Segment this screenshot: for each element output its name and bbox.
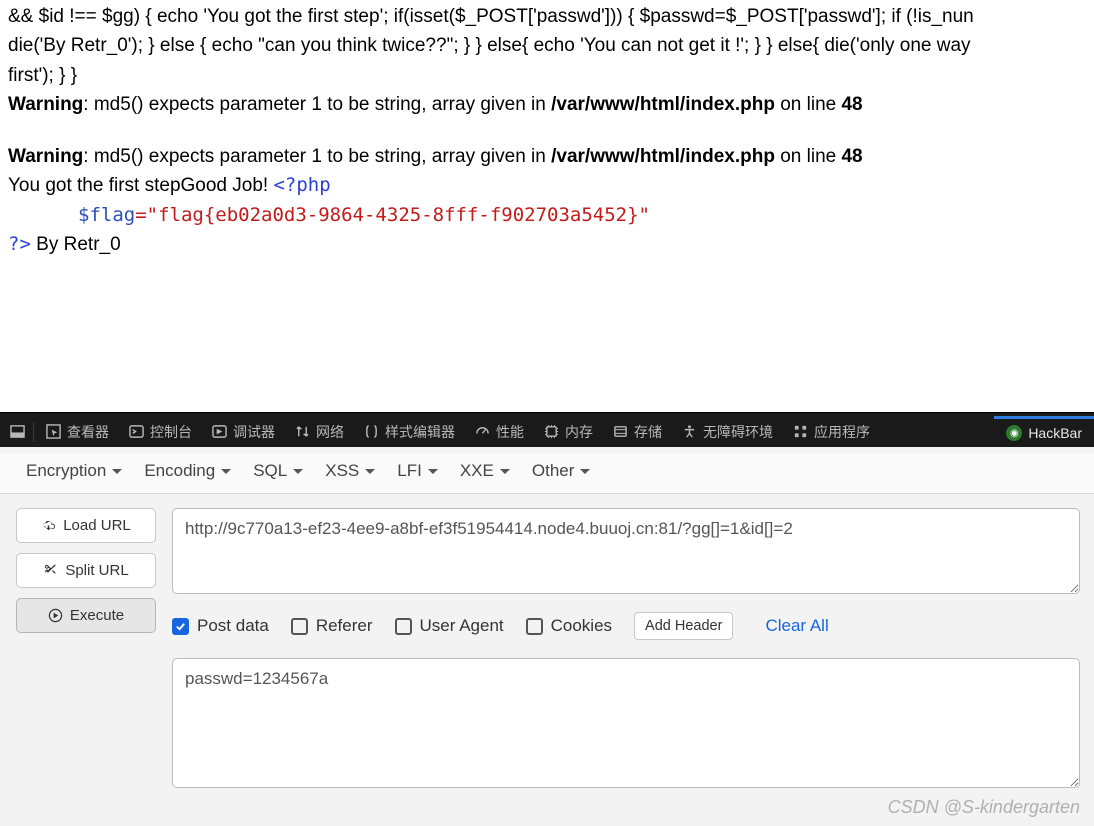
checkbox-icon xyxy=(395,618,412,635)
caret-down-icon xyxy=(365,469,375,474)
page-output: && $id !== $gg) { echo 'You got the firs… xyxy=(0,0,1094,268)
warning-online: on line xyxy=(775,94,842,115)
hackbar-sidebar: Load URL Split URL Execute xyxy=(16,508,156,788)
cloud-download-icon xyxy=(41,518,56,533)
caret-down-icon xyxy=(580,469,590,474)
hackbar-body: Encryption Encoding SQL XSS LFI XXE Othe… xyxy=(0,447,1094,826)
warning-label: Warning xyxy=(8,94,83,115)
split-url-button[interactable]: Split URL xyxy=(16,553,156,588)
by-text: By Retr_0 xyxy=(31,234,121,255)
checkbox-icon xyxy=(172,618,189,635)
php-equals: = xyxy=(135,204,146,226)
flag-string: "flag{eb02a0d3-9864-4325-8fff-f902703a54… xyxy=(147,204,650,226)
devtools-panel: 查看器 控制台 调试器 网络 样式编辑器 性能 内存 存储 无障碍环境 应用程序… xyxy=(0,412,1094,826)
menu-sql[interactable]: SQL xyxy=(253,461,303,481)
tab-inspector[interactable]: 查看器 xyxy=(36,416,119,447)
caret-down-icon xyxy=(500,469,510,474)
warning-line: 48 xyxy=(841,94,862,115)
caret-down-icon xyxy=(112,469,122,474)
url-input[interactable] xyxy=(172,508,1080,594)
caret-down-icon xyxy=(428,469,438,474)
add-header-button[interactable]: Add Header xyxy=(634,612,733,640)
checkbox-postdata[interactable]: Post data xyxy=(172,616,269,636)
checkbox-useragent[interactable]: User Agent xyxy=(395,616,504,636)
checkbox-icon xyxy=(526,618,543,635)
scissors-icon xyxy=(43,563,58,578)
options-row: Post data Referer User Agent Cookies Add… xyxy=(172,612,1080,640)
tab-storage[interactable]: 存储 xyxy=(603,416,672,447)
hackbar-icon: ◉ xyxy=(1006,425,1022,441)
checkbox-icon xyxy=(291,618,308,635)
play-circle-icon xyxy=(48,608,63,623)
php-open-tag: <?php xyxy=(273,174,330,196)
php-close-tag: ?> xyxy=(8,233,31,255)
tab-console[interactable]: 控制台 xyxy=(119,416,202,447)
caret-down-icon xyxy=(293,469,303,474)
warning-path: /var/www/html/index.php xyxy=(551,94,775,115)
menu-lfi[interactable]: LFI xyxy=(397,461,438,481)
postdata-input[interactable] xyxy=(172,658,1080,788)
warning-path: /var/www/html/index.php xyxy=(551,146,775,167)
menu-xxe[interactable]: XXE xyxy=(460,461,510,481)
devtools-tabbar: 查看器 控制台 调试器 网络 样式编辑器 性能 内存 存储 无障碍环境 应用程序… xyxy=(0,413,1094,447)
tab-memory[interactable]: 内存 xyxy=(534,416,603,447)
tab-accessibility[interactable]: 无障碍环境 xyxy=(672,416,783,447)
menu-encryption[interactable]: Encryption xyxy=(26,461,122,481)
menu-encoding[interactable]: Encoding xyxy=(144,461,231,481)
warning-text: : md5() expects parameter 1 to be string… xyxy=(83,146,551,167)
code-text: && $id !== $gg) { echo 'You got the firs… xyxy=(8,6,974,27)
tab-performance[interactable]: 性能 xyxy=(465,416,534,447)
result-text: You got the first stepGood Job! xyxy=(8,175,273,196)
code-text: die('By Retr_0'); } else { echo "can you… xyxy=(8,35,971,56)
load-url-button[interactable]: Load URL xyxy=(16,508,156,543)
execute-button[interactable]: Execute xyxy=(16,598,156,633)
checkbox-referer[interactable]: Referer xyxy=(291,616,373,636)
clear-all-link[interactable]: Clear All xyxy=(765,616,828,636)
hackbar-menubar: Encryption Encoding SQL XSS LFI XXE Othe… xyxy=(0,453,1094,494)
warning-line: 48 xyxy=(841,146,862,167)
menu-xss[interactable]: XSS xyxy=(325,461,375,481)
php-variable: $flag xyxy=(78,204,135,226)
menu-other[interactable]: Other xyxy=(532,461,591,481)
tab-style[interactable]: 样式编辑器 xyxy=(354,416,465,447)
tab-hackbar[interactable]: ◉HackBar xyxy=(994,416,1094,447)
code-text: first'); } } xyxy=(8,65,77,86)
checkbox-cookies[interactable]: Cookies xyxy=(526,616,612,636)
warning-label: Warning xyxy=(8,146,83,167)
caret-down-icon xyxy=(221,469,231,474)
tab-application[interactable]: 应用程序 xyxy=(783,416,880,447)
warning-online: on line xyxy=(775,146,842,167)
tab-network[interactable]: 网络 xyxy=(285,416,354,447)
warning-text: : md5() expects parameter 1 to be string… xyxy=(83,94,551,115)
tab-debugger[interactable]: 调试器 xyxy=(202,416,285,447)
devtools-dock-icon[interactable] xyxy=(0,416,31,447)
